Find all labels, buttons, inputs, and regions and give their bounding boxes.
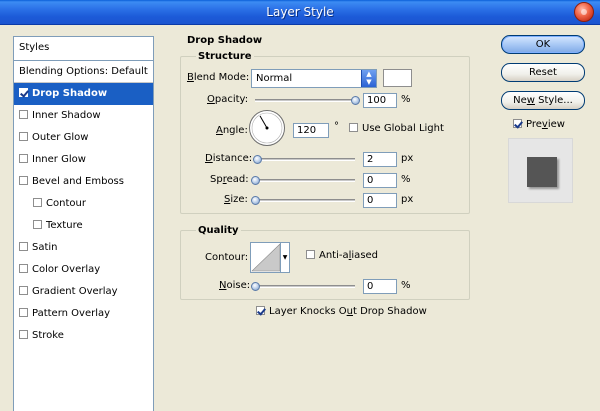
use-global-light[interactable]: Use Global Light <box>349 123 444 134</box>
checkbox-icon[interactable] <box>19 330 28 339</box>
checkbox-icon[interactable] <box>19 264 28 273</box>
layer-knocks-out-checkbox[interactable] <box>256 306 265 315</box>
style-item-color-overlay[interactable]: Color Overlay <box>14 259 153 281</box>
opacity-unit: % <box>401 94 411 105</box>
noise-label: Noise: <box>219 280 251 291</box>
opacity-label: Opacity: <box>207 94 249 105</box>
size-label: Size: <box>224 194 248 205</box>
ok-button[interactable]: OK <box>501 35 585 54</box>
anti-aliased[interactable]: Anti-aliased <box>306 250 378 261</box>
size-unit: px <box>401 194 414 205</box>
angle-unit: ° <box>334 121 339 132</box>
noise-unit: % <box>401 280 411 291</box>
style-item-pattern-overlay[interactable]: Pattern Overlay <box>14 303 153 325</box>
checkbox-icon[interactable] <box>19 154 28 163</box>
noise-input[interactable]: 0 <box>363 279 397 294</box>
checkbox-icon[interactable] <box>19 242 28 251</box>
blend-mode-value: Normal <box>256 73 293 84</box>
title-bar[interactable]: Layer Style <box>0 0 600 25</box>
contour-preview-icon <box>251 243 281 272</box>
reset-button[interactable]: Reset <box>501 63 585 82</box>
angle-label: Angle: <box>216 125 248 136</box>
checkbox-icon[interactable] <box>33 220 42 229</box>
size-slider-thumb[interactable] <box>251 196 260 205</box>
styles-list: Styles Blending Options: Default Drop Sha… <box>13 36 154 411</box>
styles-header[interactable]: Styles <box>14 37 153 61</box>
style-item-label: Inner Shadow <box>32 110 101 121</box>
size-slider[interactable] <box>251 196 355 205</box>
style-item-label: Texture <box>46 220 83 231</box>
shadow-color-swatch[interactable] <box>383 69 412 87</box>
style-item-label: Pattern Overlay <box>32 308 111 319</box>
checkbox-icon[interactable] <box>19 132 28 141</box>
distance-unit: px <box>401 153 414 164</box>
use-global-light-checkbox[interactable] <box>349 123 358 132</box>
style-item-inner-shadow[interactable]: Inner Shadow <box>14 105 153 127</box>
layer-knocks-out[interactable]: Layer Knocks Out Drop Shadow <box>256 306 427 317</box>
opacity-slider[interactable] <box>255 96 360 105</box>
spread-input[interactable]: 0 <box>363 173 397 188</box>
style-item-label: Satin <box>32 242 58 253</box>
spread-unit: % <box>401 174 411 185</box>
style-item-label: Outer Glow <box>32 132 89 143</box>
spread-slider[interactable] <box>251 176 355 185</box>
section-title: Drop Shadow <box>187 35 263 46</box>
style-item-bevel-and-emboss[interactable]: Bevel and Emboss <box>14 171 153 193</box>
new-style-button[interactable]: New Style... <box>501 91 585 110</box>
noise-slider[interactable] <box>251 282 355 291</box>
checkbox-icon[interactable] <box>33 198 42 207</box>
style-item-label: Blending Options: Default <box>19 66 148 77</box>
style-item-label: Drop Shadow <box>32 88 108 99</box>
close-icon[interactable] <box>574 2 594 22</box>
opacity-slider-thumb[interactable] <box>351 96 360 105</box>
style-item-label: Color Overlay <box>32 264 101 275</box>
dropdown-arrow-icon[interactable]: ▲ ▼ <box>361 70 376 87</box>
blend-mode-select[interactable]: Normal ▲ ▼ <box>251 69 377 88</box>
style-item-outer-glow[interactable]: Outer Glow <box>14 127 153 149</box>
checkbox-icon[interactable] <box>19 286 28 295</box>
distance-slider-thumb[interactable] <box>253 155 262 164</box>
style-item-satin[interactable]: Satin <box>14 237 153 259</box>
preview-toggle[interactable]: Preview <box>513 119 565 130</box>
checkbox-icon[interactable] <box>19 308 28 317</box>
distance-label: Distance: <box>205 153 253 164</box>
spread-label: Spread: <box>210 174 249 185</box>
style-item-label: Stroke <box>32 330 64 341</box>
window-title: Layer Style <box>266 5 334 19</box>
style-item-gradient-overlay[interactable]: Gradient Overlay <box>14 281 153 303</box>
style-item-drop-shadow[interactable]: Drop Shadow <box>14 83 153 105</box>
structure-title: Structure <box>196 51 254 62</box>
preview-thumbnail <box>508 138 573 203</box>
style-item-label: Gradient Overlay <box>32 286 118 297</box>
spread-slider-thumb[interactable] <box>251 176 260 185</box>
style-item-inner-glow[interactable]: Inner Glow <box>14 149 153 171</box>
contour-dropdown-icon[interactable]: ▼ <box>280 243 289 272</box>
style-item-label: Contour <box>46 198 86 209</box>
checkbox-icon[interactable] <box>19 176 28 185</box>
distance-input[interactable]: 2 <box>363 152 397 167</box>
anti-aliased-checkbox[interactable] <box>306 250 315 259</box>
angle-dial[interactable] <box>249 110 285 146</box>
style-item-texture[interactable]: Texture <box>14 215 153 237</box>
preview-checkbox[interactable] <box>513 119 522 128</box>
opacity-input[interactable]: 100 <box>363 93 397 108</box>
blend-mode-label: Blend Mode: <box>187 72 250 83</box>
preview-square <box>527 157 557 187</box>
quality-title: Quality <box>196 225 241 236</box>
style-item-label: Bevel and Emboss <box>32 176 124 187</box>
contour-label: Contour: <box>205 252 249 263</box>
contour-picker[interactable]: ▼ <box>250 242 290 273</box>
angle-input[interactable]: 120 <box>293 123 329 138</box>
style-item-stroke[interactable]: Stroke <box>14 325 153 347</box>
noise-slider-thumb[interactable] <box>251 282 260 291</box>
checkbox-icon[interactable] <box>19 110 28 119</box>
distance-slider[interactable] <box>253 155 355 164</box>
style-item-label: Inner Glow <box>32 154 86 165</box>
style-item-contour[interactable]: Contour <box>14 193 153 215</box>
size-input[interactable]: 0 <box>363 193 397 208</box>
style-item-blending-options-default[interactable]: Blending Options: Default <box>14 61 153 83</box>
checkbox-icon[interactable] <box>19 88 28 97</box>
